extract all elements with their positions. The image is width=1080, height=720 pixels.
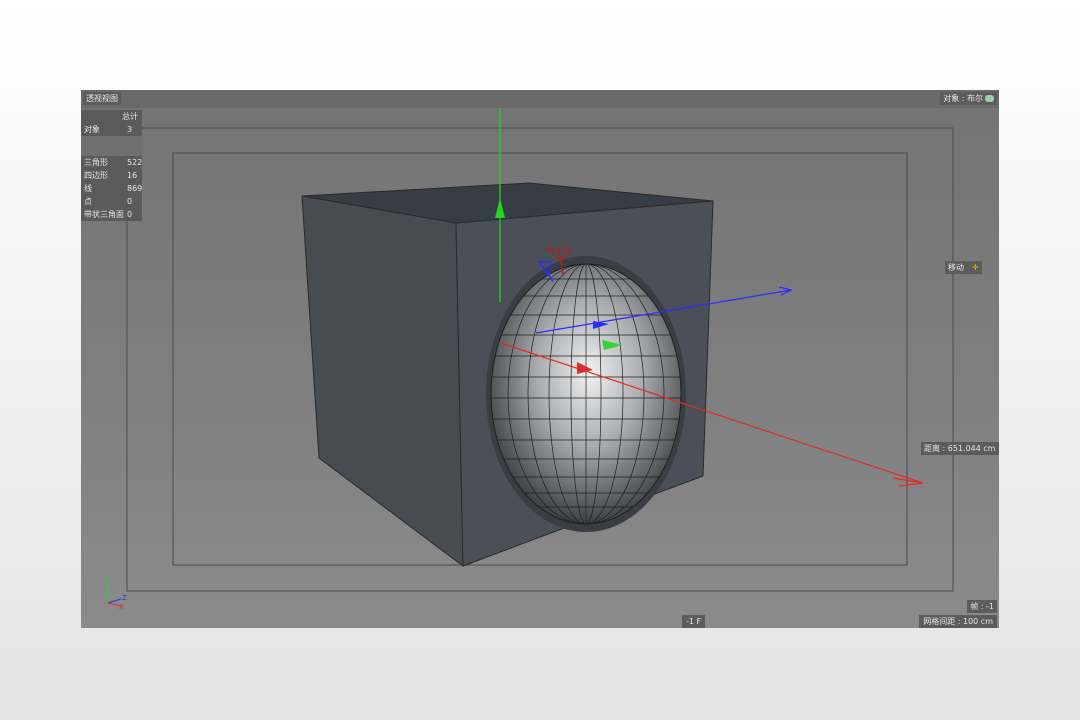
- distance-readout: 距离 : 651.044 cm: [921, 442, 999, 455]
- current-frame: -1 F: [682, 615, 706, 628]
- sphere-object[interactable]: [490, 263, 682, 525]
- grid-spacing-readout: 网格间距 : 100 cm: [919, 615, 997, 628]
- stats-label: 三角形: [84, 158, 108, 167]
- stats-row: 带状三角面 0: [81, 208, 142, 221]
- viewport-title[interactable]: 透视视图: [83, 92, 121, 105]
- stats-label: 带状三角面: [84, 210, 124, 219]
- stats-row: 四边形 16: [81, 169, 142, 182]
- active-object-label: 对象 : 布尔: [940, 92, 997, 105]
- stats-row: 点0: [81, 195, 142, 208]
- stats-row: 对象 3: [81, 123, 142, 136]
- stats-row: 三角形 522: [81, 156, 142, 169]
- stats-value: 0: [127, 210, 133, 219]
- active-object-text: 对象 : 布尔: [943, 94, 983, 103]
- move-tool-icon: ✛: [972, 263, 979, 272]
- boolean-icon: [985, 95, 994, 102]
- stats-value: 3: [127, 125, 133, 134]
- axis-label-x: X: [119, 603, 124, 611]
- stats-row: 线 869: [81, 182, 142, 195]
- axis-label-y: Y: [105, 575, 111, 583]
- cube-left-face[interactable]: [301, 195, 464, 568]
- orientation-axes: Y Z X: [105, 575, 127, 611]
- axis-label-z: Z: [122, 594, 127, 602]
- active-tool-text: 移动: [948, 263, 964, 272]
- stats-label: 对象: [84, 125, 100, 134]
- stats-label: 四边形: [84, 171, 108, 180]
- viewport-title-bar: [81, 90, 999, 108]
- stats-value: 0: [127, 197, 133, 206]
- stats-label: 点: [84, 197, 92, 206]
- stats-label: 线: [84, 184, 92, 193]
- scene-stats-panel: 总计 对象 3 三角形 522 四边形 16 线 869 点0 带状三角面 0: [81, 110, 142, 221]
- active-tool-label[interactable]: 移动 ✛: [945, 261, 982, 274]
- stats-value: 16: [127, 171, 138, 180]
- stats-spacer: [81, 136, 142, 156]
- perspective-viewport[interactable]: Y Z X 透视视图 对象 : 布尔 总计 对象 3 三角形 522 四边形 16 线…: [81, 90, 999, 628]
- stats-value: 522: [127, 158, 143, 167]
- stats-header: 总计: [122, 112, 138, 121]
- x-axis-arrowhead: [892, 477, 924, 487]
- frame-readout: 帧 : -1: [967, 600, 997, 613]
- stats-value: 869: [127, 184, 143, 193]
- scene-canvas[interactable]: Y Z X: [81, 90, 999, 628]
